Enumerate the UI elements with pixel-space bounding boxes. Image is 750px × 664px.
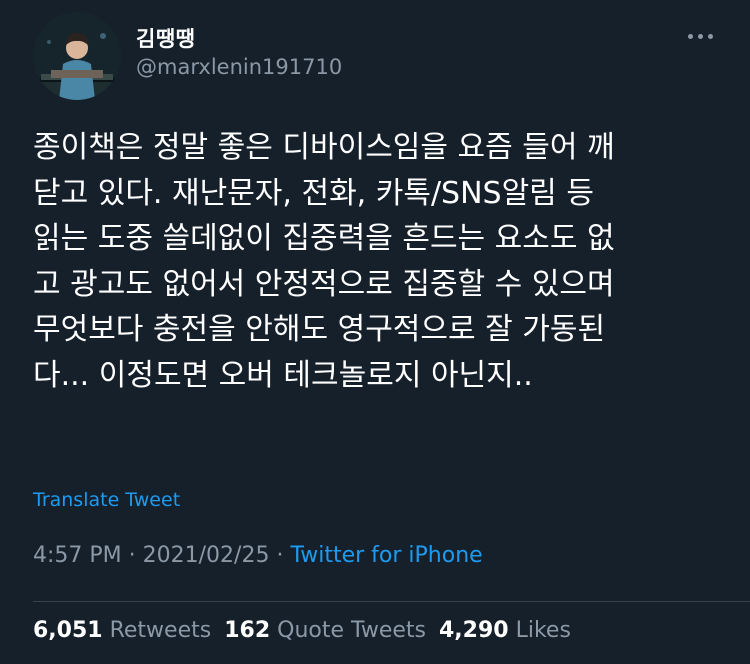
- meta-separator: ·: [269, 543, 291, 568]
- tweet-text-line: 다... 이정도면 오버 테크놀로지 아닌지..: [33, 357, 533, 393]
- display-name[interactable]: 김땡땡: [136, 23, 195, 53]
- tweet-metadata: 4:57 PM · 2021/02/25 · Twitter for iPhon…: [33, 543, 483, 568]
- more-horizontal-icon: [687, 33, 693, 39]
- tweet-text: 종이책은 정말 좋은 디바이스임을 요즘 들어 깨 닫고 있다. 재난문자, 전…: [33, 125, 723, 398]
- more-horizontal-icon: [697, 33, 703, 39]
- retweets-label: Retweets: [109, 618, 212, 643]
- tweet-text-line: 읽는 도중 쓸데없이 집중력을 흔드는 요소도 없: [33, 221, 615, 256]
- likes-label: Likes: [515, 618, 571, 643]
- tweet-time[interactable]: 4:57 PM: [33, 543, 122, 568]
- tweet-source-link[interactable]: Twitter for iPhone: [290, 543, 482, 568]
- retweets-count: 6,051: [33, 618, 103, 643]
- tweet-text-line: 무엇보다 충전을 안해도 영구적으로 잘 가동된: [33, 312, 606, 347]
- more-options-button[interactable]: [683, 22, 717, 50]
- divider: [33, 601, 750, 602]
- likes-stat[interactable]: 4,290 Likes: [439, 618, 571, 643]
- user-handle[interactable]: @marxlenin191710: [136, 55, 342, 79]
- quote-tweets-count: 162: [224, 618, 271, 643]
- tweet-text-line: 종이책은 정말 좋은 디바이스임을 요즘 들어 깨: [33, 130, 615, 165]
- quote-tweets-stat[interactable]: 162 Quote Tweets: [224, 618, 426, 643]
- tweet-stats: 6,051 Retweets 162 Quote Tweets 4,290 Like…: [33, 618, 584, 643]
- meta-separator: ·: [121, 543, 143, 568]
- avatar-photo: [33, 12, 121, 100]
- tweet-text-line: 닫고 있다. 재난문자, 전화, 카톡/SNS알림 등: [33, 175, 594, 211]
- avatar[interactable]: [33, 12, 121, 100]
- retweets-stat[interactable]: 6,051 Retweets: [33, 618, 211, 643]
- tweet-detail: 김땡땡 @marxlenin191710 종이책은 정말 좋은 디바이스임을 요…: [0, 0, 750, 664]
- quote-tweets-label: Quote Tweets: [277, 618, 426, 643]
- translate-tweet-link[interactable]: Translate Tweet: [33, 489, 180, 511]
- tweet-date[interactable]: 2021/02/25: [143, 543, 270, 568]
- tweet-text-line: 고 광고도 없어서 안정적으로 집중할 수 있으며: [33, 266, 615, 302]
- more-horizontal-icon: [707, 33, 713, 39]
- likes-count: 4,290: [438, 618, 509, 643]
